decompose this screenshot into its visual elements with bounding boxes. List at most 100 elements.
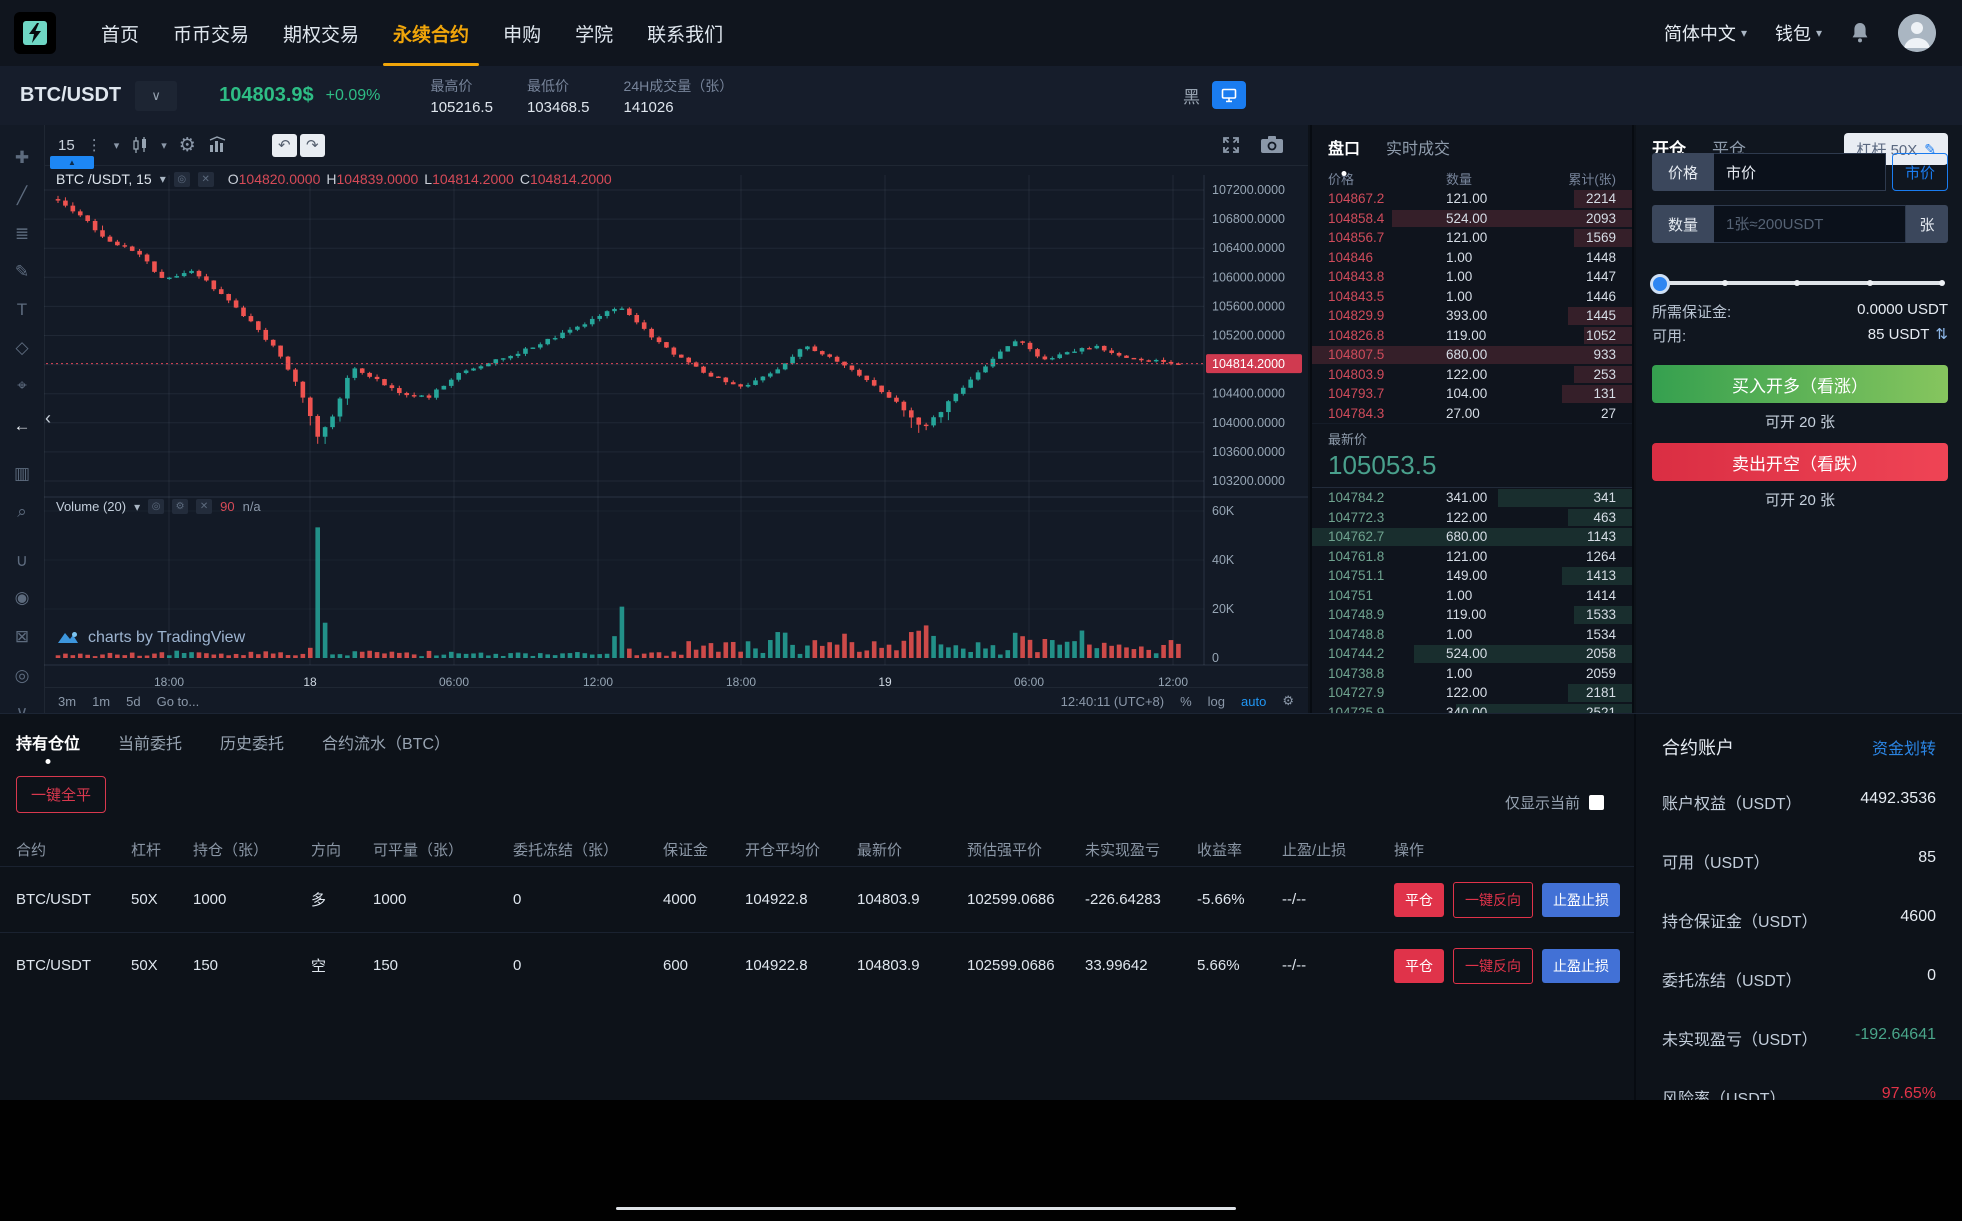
orderbook-row[interactable]: 104748.8 1.00 1534 bbox=[1312, 625, 1632, 645]
positions-tab-2[interactable]: 历史委托 bbox=[220, 730, 284, 754]
orderbook-row[interactable]: 104843.8 1.00 1447 bbox=[1312, 267, 1632, 287]
position-row: BTC/USDT 50X 150 空 150 0 600 104922.8 104803.9 10… bbox=[0, 932, 1634, 998]
nav-item-5[interactable]: 学院 bbox=[558, 0, 630, 66]
nav-item-2[interactable]: 期权交易 bbox=[266, 0, 376, 66]
footer-gear-icon[interactable]: ⚙ bbox=[1282, 693, 1294, 709]
nav-item-6[interactable]: 联系我们 bbox=[630, 0, 740, 66]
orderbook-row[interactable]: 104826.8 119.00 1052 bbox=[1312, 326, 1632, 346]
language-selector[interactable]: 简体中文 ▾ bbox=[1664, 20, 1747, 46]
undo-button[interactable]: ↶ bbox=[271, 133, 297, 157]
close-position-button[interactable]: 平仓 bbox=[1394, 882, 1444, 917]
pair-dropdown[interactable]: ∨ bbox=[135, 80, 178, 111]
orderbook-row[interactable]: 104761.8 121.00 1264 bbox=[1312, 547, 1632, 567]
legend-symbol[interactable]: BTC /USDT, 15 bbox=[56, 171, 152, 187]
sell-open-short-button[interactable]: 卖出开空（看跌） bbox=[1652, 443, 1948, 481]
buy-open-long-button[interactable]: 买入开多（看涨） bbox=[1652, 365, 1948, 403]
candle-style-icon[interactable] bbox=[131, 136, 149, 154]
orderbook-row[interactable]: 104762.7 680.00 1143 bbox=[1312, 527, 1632, 547]
orderbook-row[interactable]: 104748.9 119.00 1533 bbox=[1312, 605, 1632, 625]
volume-settings-icon[interactable]: ⚙ bbox=[172, 499, 189, 514]
orderbook-row[interactable]: 104803.9 122.00 253 bbox=[1312, 365, 1632, 385]
redo-button[interactable]: ↷ bbox=[299, 133, 325, 157]
orderbook-row[interactable]: 104858.4 524.00 2093 bbox=[1312, 209, 1632, 229]
scale-button-log[interactable]: log bbox=[1208, 694, 1225, 709]
reverse-position-button[interactable]: 一键反向 bbox=[1453, 881, 1533, 918]
orderbook-row[interactable]: 104807.5 680.00 933 bbox=[1312, 345, 1632, 365]
tradingview-logo-icon bbox=[58, 632, 78, 643]
price-change: +0.09% bbox=[325, 86, 381, 104]
orderbook-row[interactable]: 104793.7 104.00 131 bbox=[1312, 384, 1632, 404]
interval-caret-icon[interactable]: ▾ bbox=[114, 139, 120, 152]
quantity-input[interactable] bbox=[1714, 215, 1905, 233]
orderbook-row[interactable]: 104727.9 122.00 2181 bbox=[1312, 683, 1632, 703]
orderbook-row[interactable]: 104784.2 341.00 341 bbox=[1312, 488, 1632, 508]
positions-table: 合约 杠杆 持仓（张） 方向 可平量（张） 委托冻结（张） 保证金 开仓平均价 最新价 预估强平价… bbox=[0, 832, 1634, 998]
bell-icon[interactable] bbox=[1850, 22, 1870, 44]
transfer-icon[interactable]: ⇅ bbox=[1935, 326, 1948, 343]
caret-down-icon[interactable]: ▾ bbox=[134, 500, 140, 514]
fullscreen-icon[interactable] bbox=[1220, 134, 1242, 156]
theme-dark-button[interactable]: 黑 bbox=[1183, 83, 1200, 108]
slider-dot bbox=[1721, 280, 1728, 286]
range-button-3m[interactable]: 3m bbox=[58, 694, 76, 709]
nav-item-4[interactable]: 申购 bbox=[486, 0, 558, 66]
orderbook-tab-0[interactable]: 盘口 bbox=[1328, 135, 1360, 167]
nav-item-0[interactable]: 首页 bbox=[84, 0, 156, 66]
range-button-1m[interactable]: 1m bbox=[92, 694, 110, 709]
app: 首页币币交易期权交易永续合约申购学院联系我们 简体中文 ▾ 钱包 ▾ bbox=[0, 0, 1962, 1221]
nav-item-1[interactable]: 币币交易 bbox=[156, 0, 266, 66]
goto-button[interactable]: Go to... bbox=[157, 694, 200, 709]
indicators-icon[interactable] bbox=[208, 136, 228, 154]
orderbook-row[interactable]: 104846 1.00 1448 bbox=[1312, 248, 1632, 268]
wallet-menu[interactable]: 钱包 ▾ bbox=[1775, 20, 1822, 46]
positions-tab-1[interactable]: 当前委托 bbox=[118, 730, 182, 754]
volume-visibility-icon[interactable]: ◎ bbox=[148, 499, 165, 514]
reverse-position-button[interactable]: 一键反向 bbox=[1453, 947, 1533, 984]
svg-text:106400.0000: 106400.0000 bbox=[1212, 241, 1285, 255]
orderbook-row[interactable]: 104738.8 1.00 2059 bbox=[1312, 664, 1632, 684]
market-price-button[interactable]: 市价 bbox=[1892, 153, 1948, 191]
camera-screenshot-icon[interactable] bbox=[1260, 135, 1284, 155]
orderbook-row[interactable]: 104856.7 121.00 1569 bbox=[1312, 228, 1632, 248]
orderbook-row[interactable]: 104843.5 1.00 1446 bbox=[1312, 287, 1632, 307]
volume-close-icon[interactable]: ✕ bbox=[196, 499, 213, 514]
tradingview-attribution[interactable]: charts by TradingView bbox=[56, 629, 245, 647]
collapse-panel-handle[interactable]: ‹ bbox=[45, 408, 51, 429]
brand-logo[interactable] bbox=[14, 12, 56, 54]
volume-legend-label[interactable]: Volume (20) bbox=[56, 499, 126, 514]
slider-thumb[interactable] bbox=[1650, 274, 1670, 294]
user-avatar[interactable] bbox=[1898, 14, 1936, 52]
orderbook-row[interactable]: 104772.3 122.00 463 bbox=[1312, 508, 1632, 528]
theme-light-button[interactable] bbox=[1212, 81, 1246, 109]
close-all-positions-button[interactable]: 一键全平 bbox=[16, 776, 107, 813]
price-input[interactable] bbox=[1714, 163, 1885, 181]
orderbook-row[interactable]: 104784.3 27.00 27 bbox=[1312, 404, 1632, 424]
orderbook-row[interactable]: 104751.1 149.00 1413 bbox=[1312, 566, 1632, 586]
quantity-slider[interactable] bbox=[1650, 273, 1945, 294]
show-current-checkbox[interactable] bbox=[1589, 795, 1604, 810]
positions-tab-3[interactable]: 合约流水（BTC） bbox=[322, 730, 450, 754]
chart-settings-gear-icon[interactable]: ⚙ bbox=[179, 134, 196, 157]
last-price: 104803.9$ bbox=[219, 84, 314, 106]
scale-button-%[interactable]: % bbox=[1180, 694, 1192, 709]
menu-dots-icon[interactable]: ⋮ bbox=[87, 136, 102, 154]
orderbook-row[interactable]: 104829.9 393.00 1445 bbox=[1312, 306, 1632, 326]
legend-settings-icon[interactable]: ✕ bbox=[197, 171, 214, 187]
fund-transfer-link[interactable]: 资金划转 bbox=[1872, 735, 1936, 759]
svg-text:106000.0000: 106000.0000 bbox=[1212, 270, 1285, 284]
orderbook-row[interactable]: 104751 1.00 1414 bbox=[1312, 586, 1632, 606]
legend-visibility-icon[interactable]: ◎ bbox=[173, 171, 190, 187]
nav-item-3[interactable]: 永续合约 bbox=[376, 0, 486, 66]
scale-button-auto[interactable]: auto bbox=[1241, 694, 1266, 709]
style-caret-icon[interactable]: ▾ bbox=[161, 139, 167, 152]
tp-sl-button[interactable]: 止盈止损 bbox=[1542, 882, 1620, 917]
close-position-button[interactable]: 平仓 bbox=[1394, 948, 1444, 983]
caret-down-icon[interactable]: ▾ bbox=[160, 172, 166, 186]
orderbook-tab-1[interactable]: 实时成交 bbox=[1386, 135, 1450, 167]
orderbook-row[interactable]: 104744.2 524.00 2058 bbox=[1312, 644, 1632, 664]
orderbook-row[interactable]: 104867.2 121.00 2214 bbox=[1312, 189, 1632, 209]
positions-tab-0[interactable]: 持有仓位 bbox=[16, 730, 80, 754]
range-button-5d[interactable]: 5d bbox=[126, 694, 140, 709]
interval-button[interactable]: 15 bbox=[58, 137, 75, 154]
tp-sl-button[interactable]: 止盈止损 bbox=[1542, 948, 1620, 983]
